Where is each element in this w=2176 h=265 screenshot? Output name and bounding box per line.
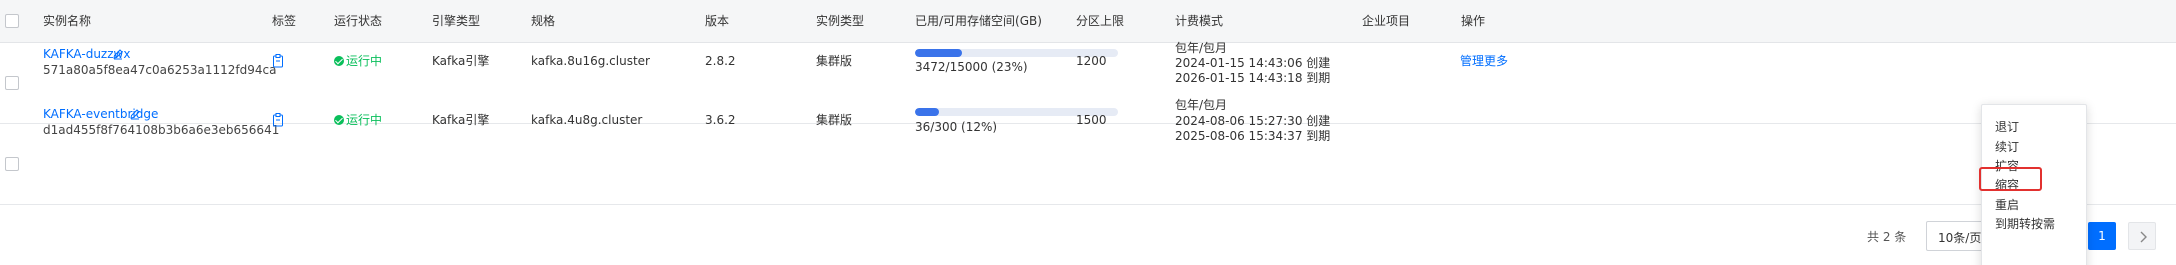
header-tag: 标签 [272, 14, 297, 28]
header-billing: 计费模式 [1175, 14, 1224, 28]
version: 3.6.2 [705, 113, 736, 127]
status-text: 运行中 [346, 113, 383, 127]
running-status-icon [334, 56, 344, 66]
menu-item-restart[interactable]: 重启 [1995, 197, 2019, 213]
spec: kafka.4u8g.cluster [531, 113, 643, 127]
spec: kafka.8u16g.cluster [531, 54, 650, 68]
engine-type: Kafka引擎 [432, 113, 490, 127]
created-time: 2024-01-15 14:43:06 创建 [1175, 56, 1331, 70]
table-row: KAFKA-eventbridge d1ad455f8f764108b3b6a6… [0, 98, 2176, 205]
edit-icon[interactable] [112, 48, 124, 60]
more-button[interactable]: 更多 [1484, 53, 1508, 69]
row-checkbox[interactable] [5, 76, 19, 90]
header-project: 企业项目 [1362, 14, 1411, 28]
tag-icon[interactable] [272, 54, 284, 68]
instance-id: 571a80a5f8ea47c0a6253a1112fd94ca [43, 63, 277, 77]
expire-time: 2026-01-15 14:43:18 到期 [1175, 71, 1331, 85]
scale-up-highlight-box [1979, 167, 2042, 191]
storage-text: 36/300 (12%) [915, 120, 998, 134]
row-checkbox[interactable] [5, 157, 19, 171]
billing-mode: 包年/包月 [1175, 41, 1228, 55]
pagination-total: 共 2 条 [1867, 230, 1907, 244]
header-partition: 分区上限 [1076, 14, 1125, 28]
version: 2.8.2 [705, 54, 736, 68]
instance-name-link[interactable]: KAFKA-eventbridge [43, 106, 158, 122]
header-actions: 操作 [1461, 14, 1486, 28]
storage-text: 3472/15000 (23%) [915, 60, 1028, 74]
page-size-value: 10条/页 [1938, 231, 1982, 245]
menu-item-renew[interactable]: 续订 [1995, 139, 2019, 155]
tag-icon[interactable] [272, 113, 284, 127]
storage-usage-fill [915, 108, 940, 116]
billing-mode: 包年/包月 [1175, 98, 1228, 112]
next-page-button[interactable] [2128, 222, 2156, 250]
partition-limit: 1200 [1076, 54, 1107, 68]
expire-time: 2025-08-06 15:34:37 到期 [1175, 129, 1331, 143]
engine-type: Kafka引擎 [432, 54, 490, 68]
instance-type: 集群版 [816, 54, 853, 68]
select-all-checkbox[interactable] [5, 14, 19, 28]
partition-limit: 1500 [1076, 113, 1107, 127]
page-button-current[interactable]: 1 [2088, 222, 2116, 250]
edit-icon[interactable] [129, 108, 141, 120]
instance-type: 集群版 [816, 113, 853, 127]
status-text: 运行中 [346, 54, 383, 68]
header-spec: 规格 [531, 14, 556, 28]
manage-button[interactable]: 管理 [1460, 53, 1484, 69]
running-status-icon [334, 115, 344, 125]
storage-usage-fill [915, 49, 962, 57]
created-time: 2024-08-06 15:27:30 创建 [1175, 114, 1331, 128]
chevron-right-icon [2140, 231, 2147, 243]
header-status: 运行状态 [334, 14, 383, 28]
header-version: 版本 [705, 14, 730, 28]
header-instance-type: 实例类型 [816, 14, 865, 28]
header-engine: 引擎类型 [432, 14, 481, 28]
menu-item-unsubscribe[interactable]: 退订 [1995, 119, 2019, 135]
menu-item-switch-to-pay-as-you-go[interactable]: 到期转按需 [1995, 216, 2055, 232]
header-name: 实例名称 [43, 14, 92, 28]
instance-id: d1ad455f8f764108b3b6a6e3eb656641 [43, 123, 280, 137]
table-header: 实例名称 标签 运行状态 引擎类型 规格 版本 实例类型 已用/可用存储空间(G… [0, 0, 2176, 43]
header-storage: 已用/可用存储空间(GB) [915, 14, 1042, 28]
